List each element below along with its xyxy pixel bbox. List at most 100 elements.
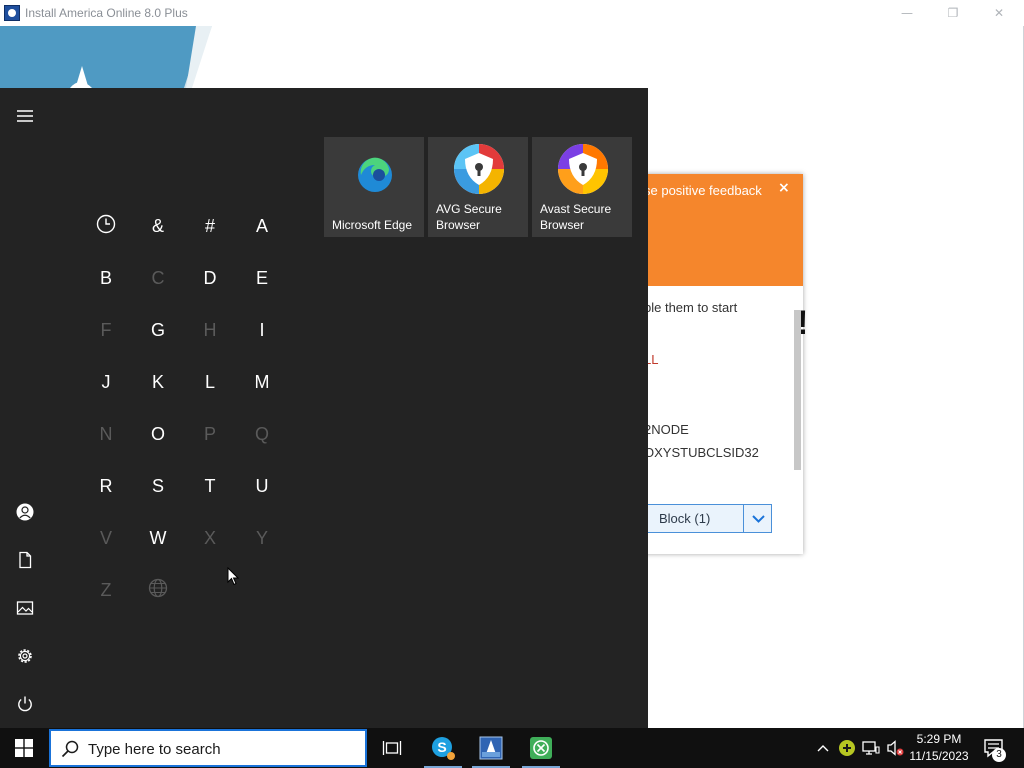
jump-letter-z: Z (100, 579, 112, 600)
chevron-down-icon (752, 515, 765, 523)
avg-browser-icon (454, 144, 504, 194)
taskbar-app-aol-installer[interactable] (467, 728, 515, 768)
clock-date: 11/15/2023 (909, 749, 969, 763)
notification-header-text[interactable]: se positive feedback (644, 183, 762, 198)
jump-letter-y: Y (255, 527, 268, 548)
network-icon (862, 741, 880, 755)
edge-icon (358, 157, 392, 192)
jump-letter-h: H (203, 319, 217, 340)
tray-volume[interactable] (884, 728, 906, 768)
start-button[interactable] (0, 728, 48, 768)
installer-titlebar[interactable]: Install America Online 8.0 Plus — ❐ ✕ (0, 0, 1024, 26)
tile-avast-secure-browser[interactable]: Avast Secure Browser (532, 137, 632, 237)
security-app-icon (839, 740, 855, 756)
jump-letter-p: P (203, 423, 216, 444)
spreadsheet-app-icon (530, 737, 552, 759)
svg-text:S: S (437, 739, 446, 755)
jump-letter-l[interactable]: L (184, 356, 236, 408)
jump-letter-x: X (203, 527, 216, 548)
jump-letter-q: Q (254, 423, 269, 444)
installer-title: Install America Online 8.0 Plus (25, 6, 188, 20)
notification-body-text: ble them to start (644, 300, 738, 315)
tray-network[interactable] (860, 728, 882, 768)
block-button[interactable]: Block (1) (646, 504, 772, 533)
documents-button[interactable] (0, 536, 50, 584)
settings-button[interactable] (0, 632, 50, 680)
search-placeholder: Type here to search (88, 741, 221, 758)
show-hidden-icons-button[interactable] (812, 728, 834, 768)
skype-icon: S (432, 737, 455, 760)
volume-muted-icon (887, 740, 904, 756)
power-icon (18, 696, 32, 712)
notification-detail-line: OXYSTUBCLSID32 (644, 445, 759, 460)
installer-banner (0, 26, 212, 88)
notification-scrollbar[interactable] (794, 310, 801, 470)
taskbar-search-box[interactable]: Type here to search (49, 729, 367, 767)
jump-letter-u[interactable]: U (236, 460, 288, 512)
documents-icon (19, 551, 32, 569)
task-view-button[interactable] (368, 728, 416, 768)
recent-icon (96, 214, 116, 239)
notification-close-icon[interactable]: × (778, 180, 790, 196)
jump-letter-o[interactable]: O (132, 408, 184, 460)
avast-browser-icon (558, 144, 608, 194)
start-rail (0, 88, 50, 728)
block-button-label: Block (1) (659, 511, 711, 526)
jump-letter-ampersand[interactable]: & (132, 200, 184, 252)
jump-letter-k[interactable]: K (132, 356, 184, 408)
search-icon (61, 740, 79, 758)
action-center-icon (984, 739, 1003, 758)
jump-letter-j[interactable]: J (80, 356, 132, 408)
chevron-up-icon (817, 745, 829, 752)
jump-letter-n: N (99, 423, 113, 444)
jump-letter-r[interactable]: R (80, 460, 132, 512)
globe-icon (148, 578, 168, 603)
tile-label: AVG Secure Browser (436, 202, 502, 232)
jump-letter-f: F (100, 319, 112, 340)
jump-letter-d[interactable]: D (184, 252, 236, 304)
expand-menu-button[interactable] (0, 92, 50, 140)
taskbar-app-skype[interactable]: S (419, 728, 467, 768)
tile-label: Avast Secure Browser (540, 202, 612, 232)
pictures-icon (16, 601, 34, 615)
menu-icon (17, 110, 33, 122)
jump-letter-w[interactable]: W (132, 512, 184, 564)
jump-letter-m[interactable]: M (236, 356, 288, 408)
jump-letter-c: C (151, 267, 165, 288)
notification-count-badge: 3 (992, 748, 1006, 762)
close-button[interactable]: ✕ (976, 0, 1022, 26)
aol-installer-icon (479, 736, 503, 760)
settings-icon (18, 649, 32, 663)
jump-letter-e[interactable]: E (236, 252, 288, 304)
task-view-icon (382, 741, 402, 755)
taskbar: Type here to search S 5:29 PM 11/15/2023… (0, 728, 1024, 768)
jump-letter-s[interactable]: S (132, 460, 184, 512)
minimize-button[interactable]: — (884, 0, 930, 26)
mouse-pointer-icon (227, 567, 239, 586)
start-menu: & # A B C D E F G H I J K L M N O P Q R S T U V W X Y Z Microsoft E… (0, 88, 648, 728)
jump-recent[interactable] (80, 200, 132, 252)
clock-time: 5:29 PM (916, 732, 962, 746)
jump-letter-v: V (99, 527, 112, 548)
taskbar-clock[interactable]: 5:29 PM 11/15/2023 (904, 731, 974, 765)
jump-letter-hash[interactable]: # (184, 200, 236, 252)
tile-label: Microsoft Edge (332, 218, 413, 232)
tile-microsoft-edge[interactable]: Microsoft Edge (324, 137, 424, 237)
user-account-button[interactable] (0, 488, 50, 536)
jump-letter-g[interactable]: G (132, 304, 184, 356)
jump-letter-b[interactable]: B (80, 252, 132, 304)
windows-logo-icon (15, 739, 33, 757)
jump-letter-i[interactable]: I (236, 304, 288, 356)
block-dropdown-button[interactable] (743, 505, 772, 532)
tray-security-app[interactable] (836, 728, 858, 768)
tile-avg-secure-browser[interactable]: AVG Secure Browser (428, 137, 528, 237)
maximize-button[interactable]: ❐ (930, 0, 976, 26)
power-button[interactable] (0, 680, 50, 728)
action-center-button[interactable]: 3 (978, 728, 1010, 768)
pictures-button[interactable] (0, 584, 50, 632)
user-icon (16, 503, 34, 521)
aol-app-icon (4, 5, 20, 21)
jump-letter-a[interactable]: A (236, 200, 288, 252)
taskbar-app-spreadsheet[interactable] (517, 728, 565, 768)
jump-letter-t[interactable]: T (184, 460, 236, 512)
